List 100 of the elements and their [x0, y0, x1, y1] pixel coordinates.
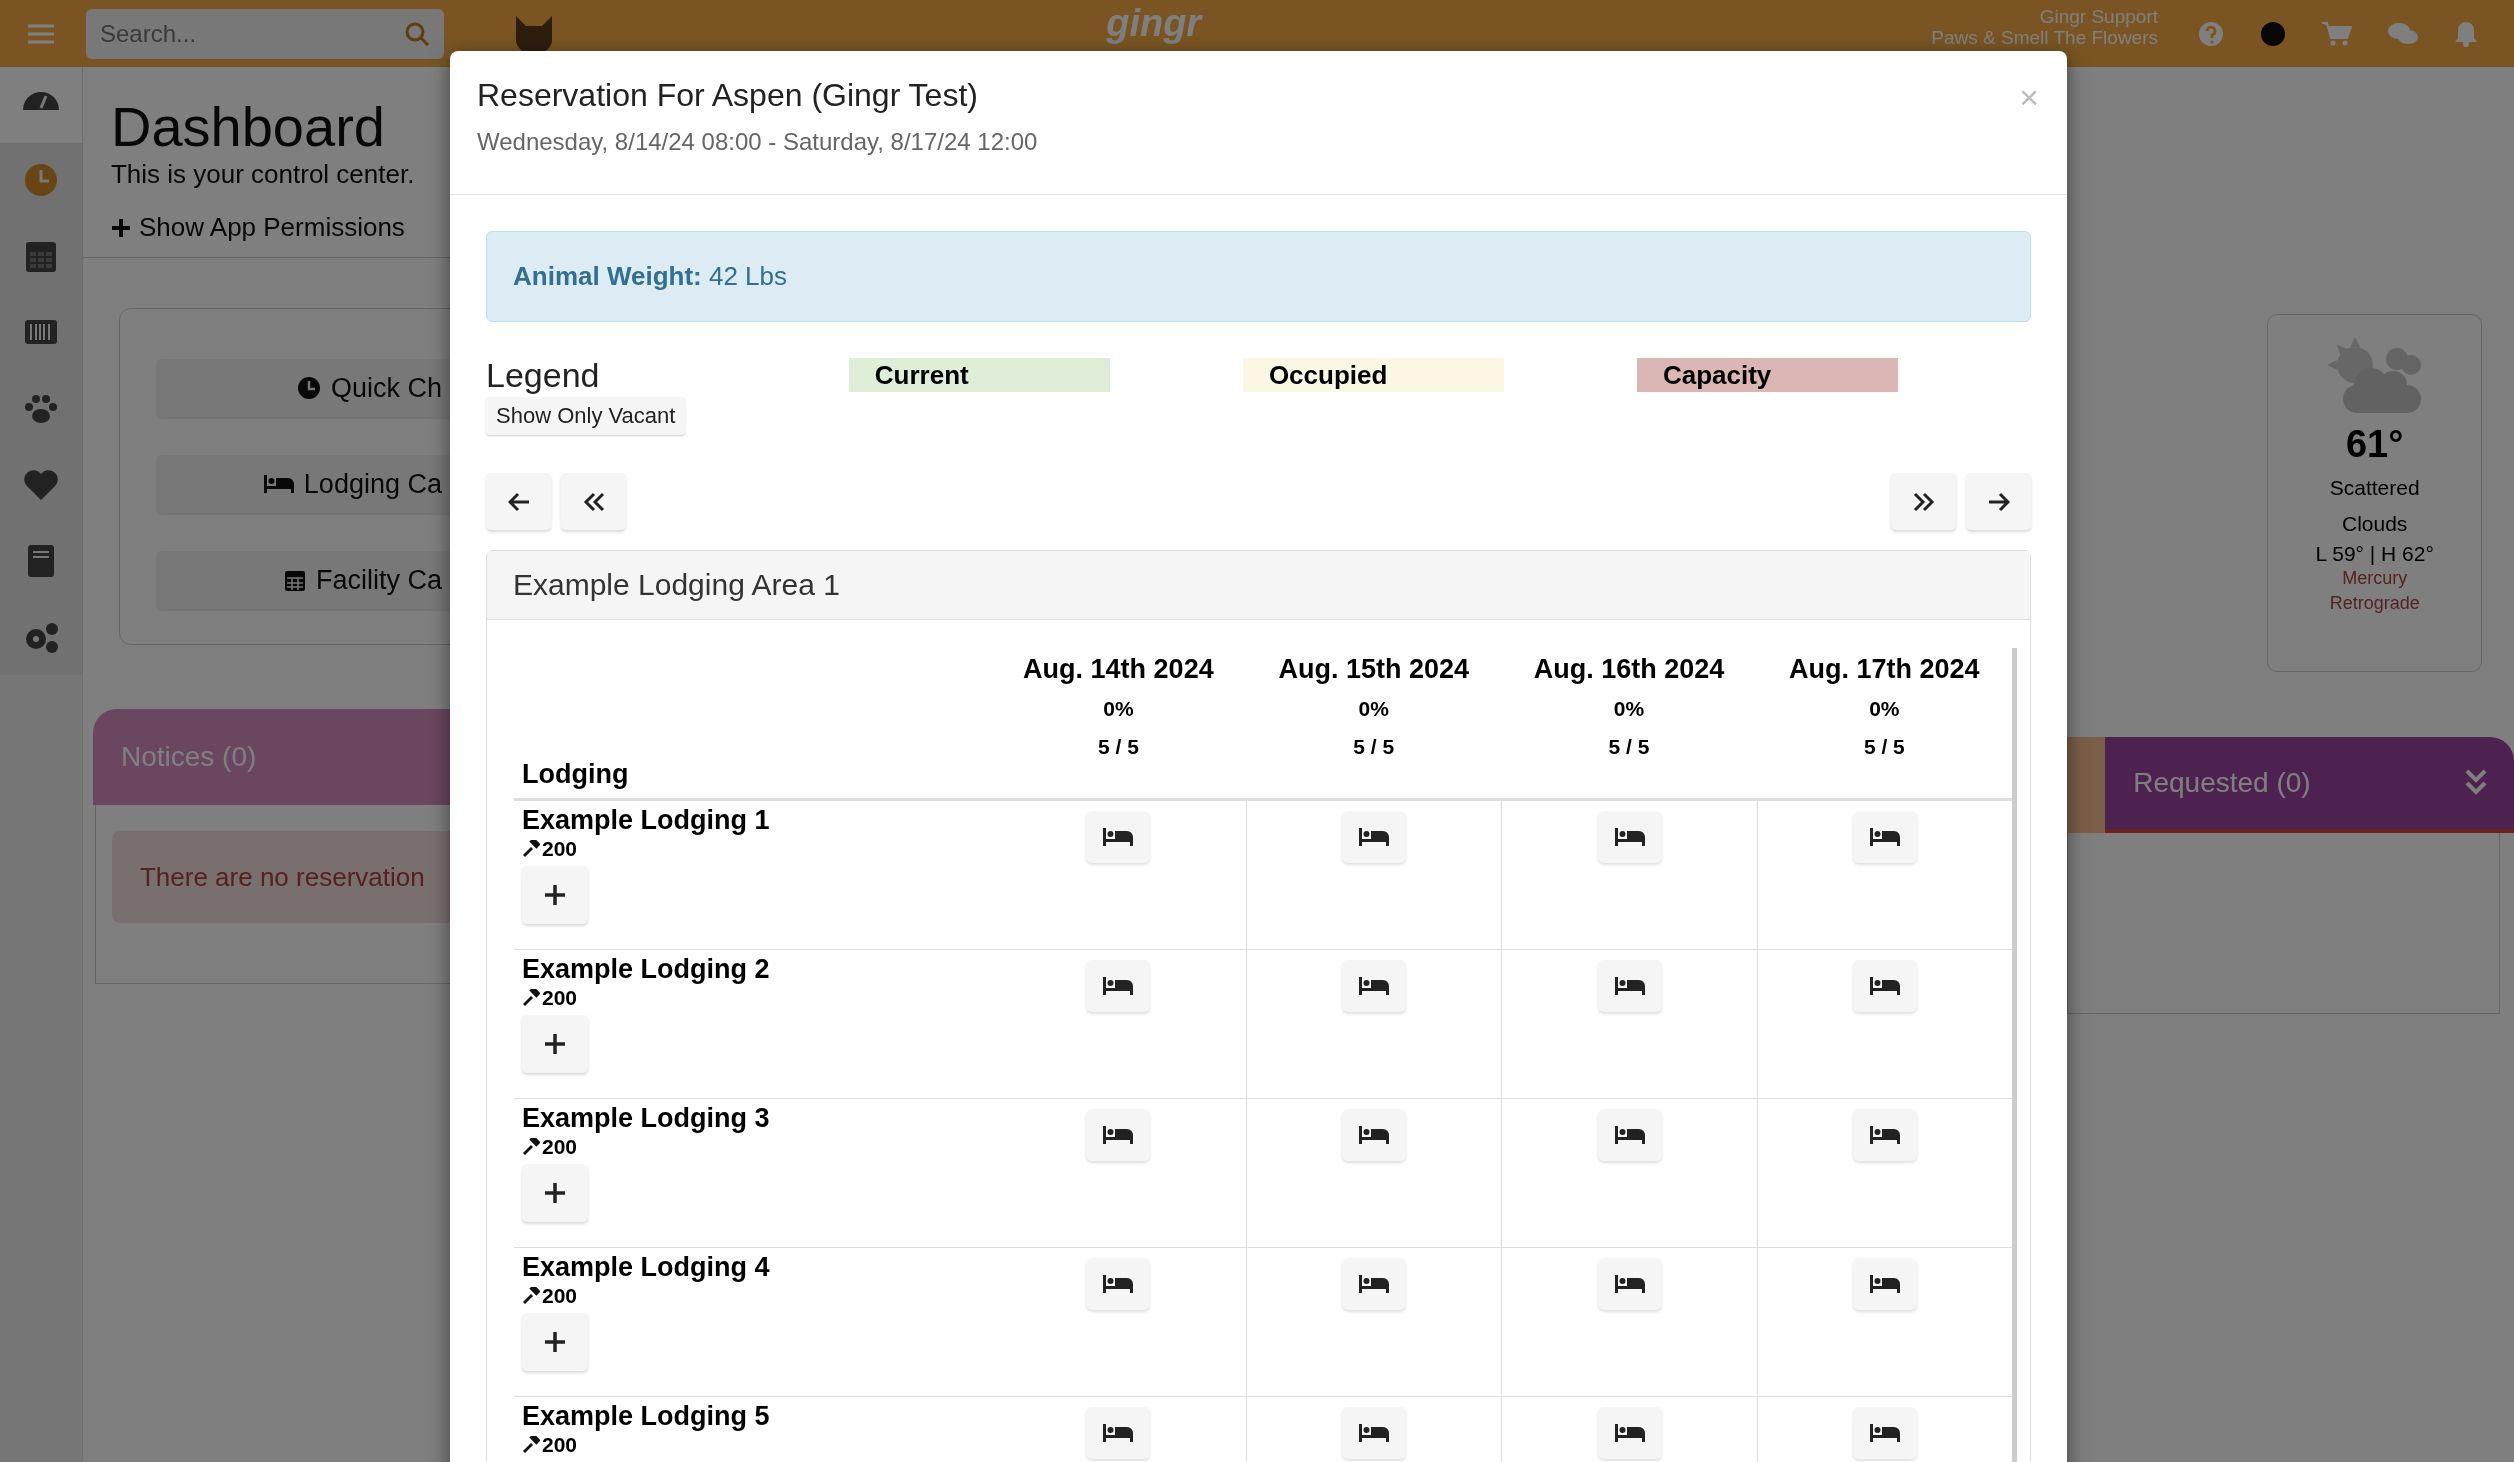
weather-condition: Scattered Clouds	[2328, 475, 2421, 537]
bed-icon	[1869, 1424, 1900, 1442]
occupancy-count: 5 / 5	[1608, 735, 1650, 759]
paw-icon[interactable]	[25, 395, 57, 423]
rewind-button[interactable]	[561, 473, 626, 530]
double-chevron-right-icon	[1912, 491, 1935, 512]
fast-forward-button[interactable]	[1891, 473, 1956, 530]
bed-icon	[1614, 1424, 1645, 1442]
bed-icon	[1614, 977, 1645, 995]
search-field[interactable]: Search...	[86, 8, 444, 59]
bed-icon	[1869, 1275, 1900, 1293]
next-button[interactable]	[1966, 473, 2031, 530]
book-lodging-button[interactable]	[1852, 960, 1917, 1012]
lodging-price: 200	[542, 838, 578, 860]
business-name: Paws & Smell The Flowers	[1931, 27, 2158, 48]
hammer-icon	[522, 1138, 540, 1156]
book-icon[interactable]	[28, 545, 54, 577]
book-lodging-button[interactable]	[1852, 1258, 1917, 1310]
book-lodging-button[interactable]	[1342, 811, 1407, 863]
previous-button[interactable]	[486, 473, 551, 530]
add-button[interactable]	[522, 866, 588, 924]
add-button[interactable]	[522, 1164, 588, 1222]
book-lodging-button[interactable]	[1342, 1258, 1407, 1310]
book-lodging-button[interactable]	[1342, 960, 1407, 1012]
date-header: Aug. 17th 2024	[1789, 654, 1980, 685]
book-lodging-button[interactable]	[1086, 1109, 1151, 1161]
temperature-range: L 59° | H 62°	[2315, 542, 2434, 566]
status-dot-icon[interactable]	[2260, 20, 2286, 47]
book-lodging-button[interactable]	[1852, 1407, 1917, 1459]
area-title: Example Lodging Area 1	[487, 551, 2030, 620]
bed-icon	[1103, 1126, 1134, 1144]
permissions-link[interactable]: Show App Permissions	[138, 212, 405, 243]
book-lodging-button[interactable]	[1597, 1109, 1662, 1161]
bed-icon	[1869, 977, 1900, 995]
barcode-icon[interactable]	[25, 320, 57, 344]
legend-item: Occupied	[1242, 358, 1504, 392]
occupancy-count: 5 / 5	[1353, 735, 1395, 759]
book-lodging-button[interactable]	[1342, 1109, 1407, 1161]
dialog-subtitle: Wednesday, 8/14/24 08:00 - Saturday, 8/17/24 12:00	[477, 128, 1038, 156]
lodging-price: 200	[542, 1136, 578, 1158]
hammer-icon	[522, 1436, 540, 1454]
book-lodging-button[interactable]	[1852, 811, 1917, 863]
legend-item: Current	[848, 358, 1110, 392]
clock-icon	[296, 376, 321, 400]
add-button[interactable]	[522, 1015, 588, 1073]
lodging-name: Example Lodging 3	[522, 1103, 771, 1134]
plus-icon	[544, 1182, 566, 1204]
bed-icon	[1614, 1126, 1645, 1144]
lodging-name: Example Lodging 4	[522, 1252, 771, 1283]
book-lodging-button[interactable]	[1086, 1258, 1151, 1310]
book-lodging-button[interactable]	[1597, 960, 1662, 1012]
gauge-icon[interactable]	[23, 92, 59, 110]
show-vacant-button[interactable]: Show Only Vacant	[486, 397, 686, 435]
hammer-icon	[522, 840, 540, 858]
bed-icon	[1103, 1275, 1134, 1293]
lodging-name: Example Lodging 1	[522, 805, 771, 836]
plus-icon	[544, 884, 566, 906]
requested-header[interactable]: Requested (0)	[2105, 737, 2514, 833]
lodging-name: Example Lodging 5	[522, 1401, 771, 1432]
hammer-icon	[522, 989, 540, 1007]
add-button[interactable]	[522, 1313, 588, 1371]
empty-message: There are no reservation	[111, 831, 451, 923]
book-lodging-button[interactable]	[1086, 960, 1151, 1012]
occupancy-percent: 0%	[1869, 697, 1900, 721]
bed-icon	[1869, 1126, 1900, 1144]
requested-title: Requested (0)	[2133, 767, 2311, 799]
bed-icon	[1869, 828, 1900, 846]
quick-action-button[interactable]: Quick Ch	[155, 359, 451, 417]
occupancy-percent: 0%	[1613, 697, 1645, 721]
date-header: Aug. 16th 2024	[1533, 654, 1725, 685]
book-lodging-button[interactable]	[1342, 1407, 1407, 1459]
book-lodging-button[interactable]	[1086, 1407, 1151, 1459]
weight-text: Animal Weight: 42 Lbs	[513, 261, 788, 292]
book-lodging-button[interactable]	[1597, 1258, 1662, 1310]
date-header: Aug. 15th 2024	[1278, 654, 1469, 685]
bed-icon	[1103, 977, 1134, 995]
bed-icon	[1103, 1424, 1134, 1442]
gears-icon[interactable]	[26, 623, 58, 653]
bed-icon	[1614, 828, 1645, 846]
quick-action-button[interactable]: Facility Ca	[155, 551, 451, 609]
bed-icon	[1359, 1275, 1390, 1293]
bed-icon	[1359, 828, 1390, 846]
bed-icon	[1103, 828, 1134, 846]
book-lodging-button[interactable]	[1597, 811, 1662, 863]
date-header: Aug. 14th 2024	[1023, 654, 1214, 685]
bed-icon	[1614, 1275, 1645, 1293]
book-lodging-button[interactable]	[1852, 1109, 1917, 1161]
hammer-icon	[522, 1287, 540, 1305]
quick-action-button[interactable]: Lodging Ca	[155, 455, 451, 513]
book-lodging-button[interactable]	[1597, 1407, 1662, 1459]
heart-icon[interactable]	[24, 470, 58, 500]
legend-title: Legend	[486, 356, 601, 395]
bed-icon	[263, 475, 294, 493]
double-chevron-left-icon	[582, 491, 605, 512]
column-header: Lodging	[521, 758, 630, 791]
page-subtitle: This is your control center.	[110, 159, 416, 190]
plus-icon[interactable]	[110, 217, 131, 238]
legend-item: Capacity	[1636, 358, 1898, 392]
occupancy-percent: 0%	[1103, 697, 1134, 721]
book-lodging-button[interactable]	[1086, 811, 1151, 863]
